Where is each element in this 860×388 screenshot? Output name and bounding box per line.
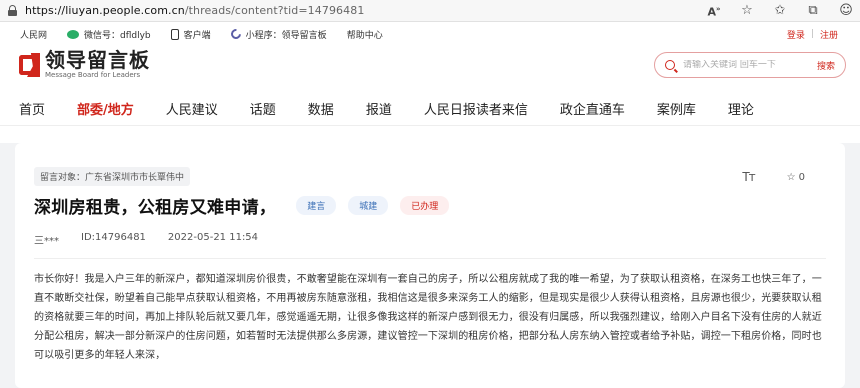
nav-home[interactable]: 首页 — [19, 99, 45, 118]
logo-mark-icon — [19, 53, 41, 77]
logo-title: 领导留言板 — [45, 48, 150, 72]
page-header: 人民网 微信号：dfldlyb 客户端 小程序：领导留言板 帮助中心 登录 | … — [0, 22, 860, 143]
post-content: 市长你好！我是入户三年的新深户，都知道深圳房价很贵，不敢奢望能在深圳有一套自己的… — [34, 274, 822, 361]
top-bar: 人民网 微信号：dfldlyb 客户端 小程序：领导留言板 帮助中心 登录 | … — [0, 22, 860, 46]
message-target: 留言对象：广东省深圳市市长覃伟中 — [34, 167, 191, 186]
favorite-count: 0 — [798, 171, 805, 183]
address-bar[interactable]: https://liuyan.people.com.cn/threads/con… — [25, 4, 364, 17]
favorite-star-icon[interactable]: ☆ — [787, 172, 796, 183]
login-separator: | — [810, 29, 814, 39]
logo-subtitle: Message Board for Leaders — [45, 71, 141, 79]
favorite-star-icon[interactable]: ☆ — [739, 0, 755, 22]
wechat-link[interactable]: 微信号：dfldlyb — [67, 28, 151, 41]
login-link[interactable]: 登录 — [787, 28, 805, 41]
mobile-icon — [170, 28, 179, 40]
tag-suggestion: 建言 — [296, 196, 337, 215]
nav-topics[interactable]: 话题 — [250, 99, 276, 118]
author-name: 三*** — [34, 236, 59, 247]
help-link[interactable]: 帮助中心 — [347, 28, 383, 41]
tag-urban: 城建 — [348, 196, 389, 215]
client-link[interactable]: 客户端 — [170, 28, 211, 41]
nav-reader-letters[interactable]: 人民日报读者来信 — [424, 99, 528, 118]
nav-case-library[interactable]: 案例库 — [657, 99, 696, 118]
wechat-icon — [67, 29, 80, 39]
search-button[interactable]: 搜索 — [817, 59, 835, 72]
mini-program-icon — [228, 26, 243, 42]
read-aloud-icon[interactable]: A» — [706, 0, 722, 24]
nav-ministries-local[interactable]: 部委/地方 — [77, 99, 134, 118]
client-label: 客户端 — [183, 30, 211, 41]
mini-program-label: 小程序：领导留言板 — [245, 30, 327, 41]
nav-theory[interactable]: 理论 — [728, 99, 754, 118]
search-box: 搜索 — [654, 52, 846, 78]
people-label: 人民网 — [20, 30, 48, 41]
url-path: /threads/content?tid=14796481 — [184, 4, 365, 17]
url-host: https://liuyan.people.com.cn — [25, 4, 185, 17]
divider — [34, 258, 826, 259]
lock-icon[interactable] — [8, 5, 17, 16]
site-logo[interactable]: 领导留言板 Message Board for Leaders — [19, 50, 150, 80]
collections-icon[interactable]: ⧉ — [805, 0, 821, 22]
post-datetime: 2022-05-21 11:54 — [167, 232, 259, 243]
mini-program-link[interactable]: 小程序：领导留言板 — [228, 26, 327, 42]
nav-reports[interactable]: 报道 — [366, 99, 392, 118]
nav-enterprise[interactable]: 政企直通车 — [560, 99, 625, 118]
help-label: 帮助中心 — [346, 30, 383, 41]
wechat-label: 微信号：dfldlyb — [84, 30, 151, 41]
browser-toolbar: https://liuyan.people.com.cn/threads/con… — [0, 0, 860, 22]
post-title: 深圳房租贵，公租房又难申请， — [34, 198, 277, 218]
post-meta: 三*** ID:14796481 2022-05-21 11:54 — [34, 232, 826, 247]
nav-people-suggestions[interactable]: 人民建议 — [166, 99, 218, 118]
post-tools: Tт ☆ 0 — [742, 170, 805, 184]
main-nav: 首页 部委/地方 人民建议 话题 数据 报道 人民日报读者来信 政企直通车 案例… — [0, 92, 860, 126]
search-input[interactable] — [683, 60, 799, 70]
post-id: ID:14796481 — [81, 232, 146, 243]
register-link[interactable]: 注册 — [820, 28, 838, 41]
font-size-icon[interactable]: Tт — [742, 170, 755, 184]
search-icon — [665, 60, 675, 70]
people-link[interactable]: 人民网 — [20, 28, 47, 41]
status-badge: 已办理 — [400, 196, 450, 215]
profile-icon[interactable]: ☺ — [838, 0, 854, 22]
nav-data[interactable]: 数据 — [308, 99, 334, 118]
favorites-icon[interactable]: ✩ — [772, 0, 788, 22]
post-card: 留言对象：广东省深圳市市长覃伟中 Tт ☆ 0 深圳房租贵，公租房又难申请， 建… — [15, 143, 845, 388]
